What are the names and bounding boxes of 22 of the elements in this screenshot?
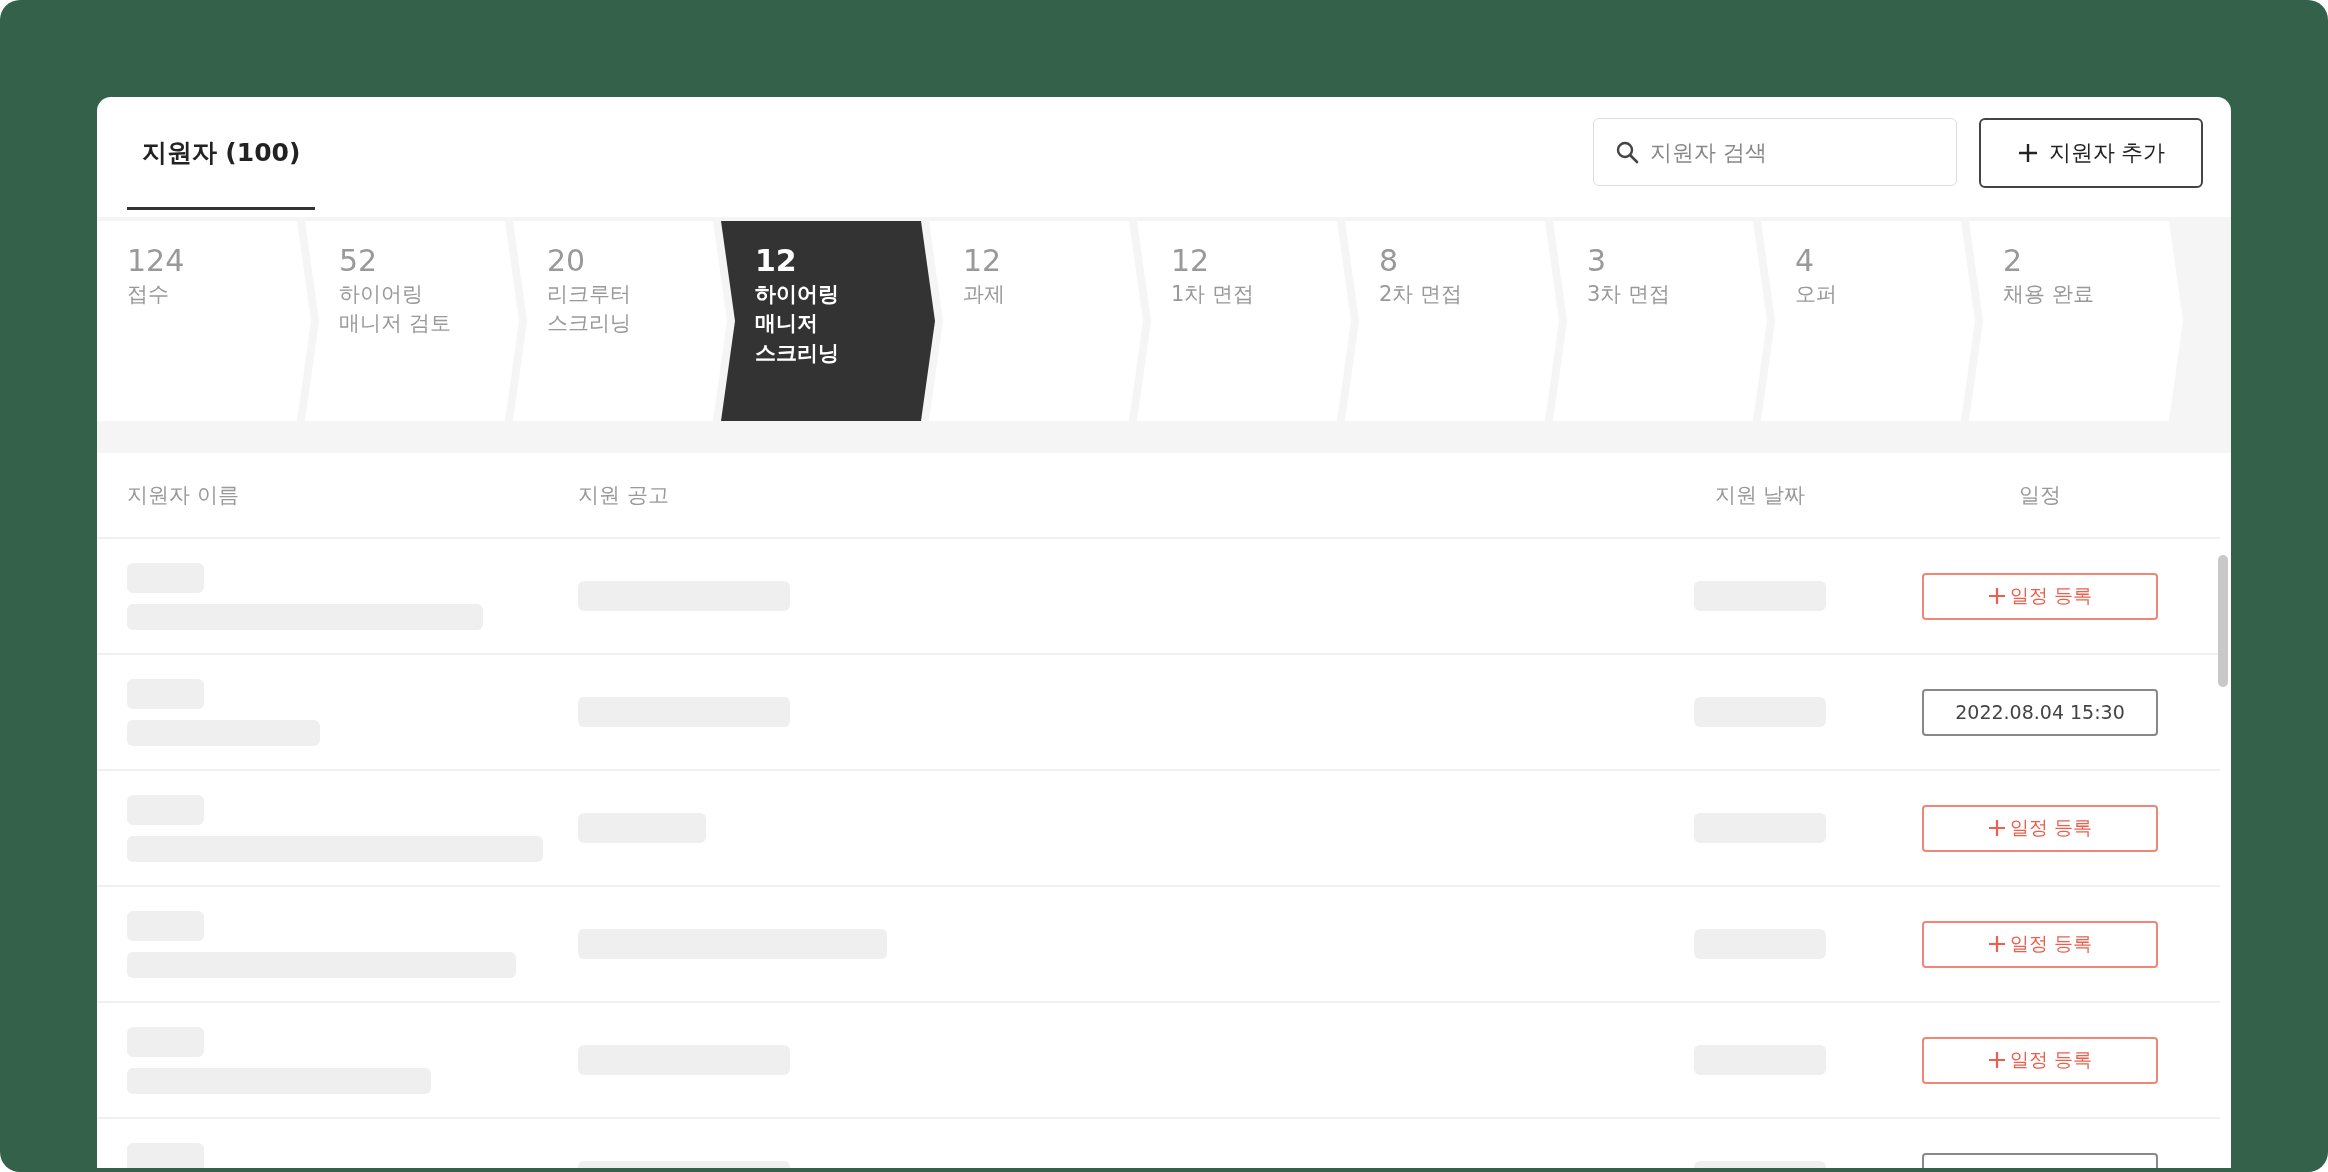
- column-header: 지원 공고: [578, 482, 670, 509]
- add-schedule-button[interactable]: 일정 등록: [1922, 1036, 2158, 1084]
- pipeline-stage[interactable]: 124 접수: [97, 221, 311, 421]
- pipeline-stage[interactable]: 3 3차 면접: [1553, 221, 1767, 421]
- pipeline-stage[interactable]: 12 하이어링 매니저 스크리닝: [721, 221, 935, 421]
- pipeline-stage[interactable]: 12 과제: [929, 221, 1143, 421]
- pipeline-stage[interactable]: 2 채용 완료: [1969, 221, 2183, 421]
- column-header: 지원 날짜: [1713, 482, 1807, 509]
- pipeline-stage[interactable]: 20 리크루터 스크리닝: [513, 221, 727, 421]
- schedule-date-button[interactable]: 2022.08.04 15:30: [1922, 688, 2158, 736]
- add-schedule-button[interactable]: 일정 등록: [1922, 920, 2158, 968]
- pipeline-stage[interactable]: 52 하이어링 매니저 검토: [305, 221, 519, 421]
- pipeline-stage[interactable]: 4 오퍼: [1761, 221, 1975, 421]
- pipeline-stage[interactable]: 12 1차 면접: [1137, 221, 1351, 421]
- pipeline-stage[interactable]: 8 2차 면접: [1345, 221, 1559, 421]
- applicants-tab[interactable]: 지원자 (100): [127, 97, 315, 210]
- column-header: 지원자 이름: [127, 482, 240, 509]
- add-applicant-button[interactable]: 지원자 추가: [1979, 118, 2203, 188]
- column-header: 일정: [2018, 482, 2062, 509]
- add-schedule-button[interactable]: 일정 등록: [1922, 572, 2158, 620]
- add-schedule-button[interactable]: 일정 등록: [1922, 804, 2158, 852]
- search-field[interactable]: 지원자 검색: [1593, 118, 1957, 186]
